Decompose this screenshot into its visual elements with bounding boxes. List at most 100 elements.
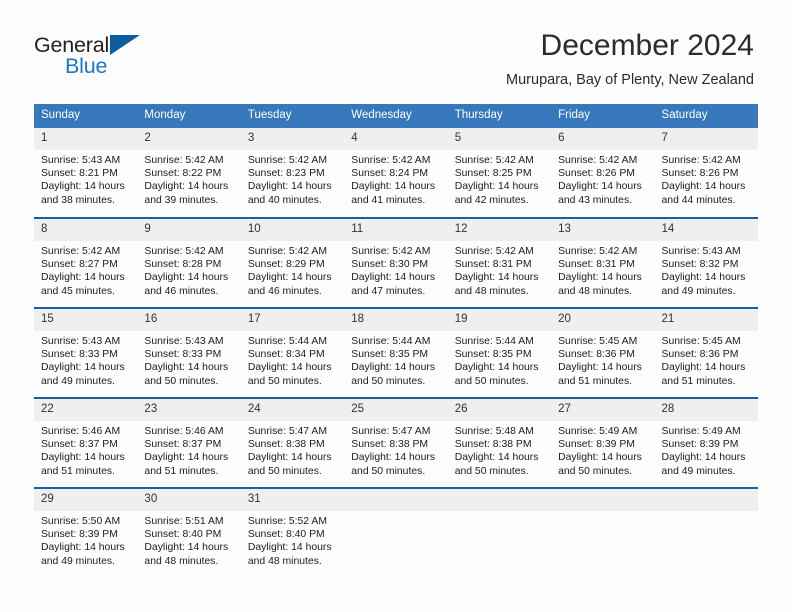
calendar-day-cell[interactable]: 7 Sunrise: 5:42 AM Sunset: 8:26 PM Dayli…	[654, 128, 758, 218]
calendar-week-row: 8 Sunrise: 5:42 AM Sunset: 8:27 PM Dayli…	[34, 217, 758, 308]
day-number: 27	[551, 399, 655, 421]
calendar-day-cell[interactable]: 21 Sunrise: 5:45 AM Sunset: 8:36 PM Dayl…	[654, 307, 758, 398]
daylight-text-line1: Daylight: 14 hours	[41, 272, 125, 284]
day-number: 21	[654, 309, 758, 331]
day-number: 19	[447, 309, 552, 331]
sunrise-text: Sunrise: 5:42 AM	[558, 246, 638, 257]
calendar-day-cell[interactable]: 18 Sunrise: 5:44 AM Sunset: 8:35 PM Dayl…	[344, 307, 448, 398]
daylight-text-line2: and 46 minutes.	[144, 285, 219, 297]
page-title: December 2024	[540, 29, 754, 62]
calendar-week-row: 15 Sunrise: 5:43 AM Sunset: 8:33 PM Dayl…	[34, 307, 758, 398]
sunset-text: Sunset: 8:40 PM	[144, 529, 222, 541]
day-details: Sunrise: 5:42 AM Sunset: 8:26 PM Dayligh…	[551, 150, 654, 207]
daylight-text-line2: and 50 minutes.	[454, 465, 529, 477]
daylight-text-line2: and 43 minutes.	[558, 194, 633, 206]
day-number: 5	[447, 128, 552, 150]
sunrise-text: Sunrise: 5:44 AM	[454, 336, 534, 347]
calendar-day-cell[interactable]: 10 Sunrise: 5:42 AM Sunset: 8:29 PM Dayl…	[240, 217, 345, 308]
day-details: Sunrise: 5:42 AM Sunset: 8:23 PM Dayligh…	[241, 150, 344, 207]
calendar-day-cell-empty	[654, 487, 758, 578]
weekday-header-friday: Friday	[551, 104, 655, 128]
calendar-day-cell[interactable]: 12 Sunrise: 5:42 AM Sunset: 8:31 PM Dayl…	[447, 217, 552, 308]
calendar-day-cell[interactable]: 30 Sunrise: 5:51 AM Sunset: 8:40 PM Dayl…	[137, 487, 241, 578]
calendar-day-cell[interactable]: 4 Sunrise: 5:42 AM Sunset: 8:24 PM Dayli…	[344, 128, 448, 218]
sunset-text: Sunset: 8:21 PM	[41, 168, 118, 180]
day-number	[654, 489, 758, 511]
sunset-text: Sunset: 8:33 PM	[41, 349, 118, 361]
daylight-text-line1: Daylight: 14 hours	[351, 452, 436, 464]
calendar-day-cell[interactable]: 14 Sunrise: 5:43 AM Sunset: 8:32 PM Dayl…	[654, 217, 758, 308]
calendar-body: 1 Sunrise: 5:43 AM Sunset: 8:21 PM Dayli…	[34, 128, 758, 578]
sunset-text: Sunset: 8:38 PM	[351, 439, 429, 451]
daylight-text-line2: and 51 minutes.	[41, 465, 115, 477]
sunset-text: Sunset: 8:35 PM	[351, 349, 429, 361]
daylight-text-line1: Daylight: 14 hours	[558, 452, 642, 464]
day-details: Sunrise: 5:45 AM Sunset: 8:36 PM Dayligh…	[655, 331, 758, 388]
sunrise-text: Sunrise: 5:42 AM	[454, 246, 534, 257]
sunrise-text: Sunrise: 5:44 AM	[247, 336, 327, 347]
sunset-text: Sunset: 8:37 PM	[41, 439, 118, 451]
daylight-text-line2: and 49 minutes.	[41, 555, 115, 567]
day-details: Sunrise: 5:42 AM Sunset: 8:25 PM Dayligh…	[448, 150, 551, 207]
calendar-day-cell[interactable]: 20 Sunrise: 5:45 AM Sunset: 8:36 PM Dayl…	[551, 307, 655, 398]
sunrise-text: Sunrise: 5:49 AM	[661, 426, 741, 437]
calendar-week-row: 1 Sunrise: 5:43 AM Sunset: 8:21 PM Dayli…	[34, 128, 758, 218]
calendar-day-cell[interactable]: 23 Sunrise: 5:46 AM Sunset: 8:37 PM Dayl…	[137, 397, 241, 488]
calendar-day-cell[interactable]: 16 Sunrise: 5:43 AM Sunset: 8:33 PM Dayl…	[137, 307, 241, 398]
daylight-text-line2: and 41 minutes.	[351, 194, 426, 206]
sunrise-text: Sunrise: 5:42 AM	[558, 155, 638, 166]
calendar-day-cell[interactable]: 11 Sunrise: 5:42 AM Sunset: 8:30 PM Dayl…	[344, 217, 448, 308]
calendar-day-cell[interactable]: 6 Sunrise: 5:42 AM Sunset: 8:26 PM Dayli…	[551, 128, 655, 218]
daylight-text-line1: Daylight: 14 hours	[351, 362, 436, 374]
daylight-text-line1: Daylight: 14 hours	[41, 542, 125, 554]
calendar-day-cell[interactable]: 8 Sunrise: 5:42 AM Sunset: 8:27 PM Dayli…	[34, 217, 138, 308]
day-details: Sunrise: 5:48 AM Sunset: 8:38 PM Dayligh…	[448, 421, 551, 478]
day-details: Sunrise: 5:50 AM Sunset: 8:39 PM Dayligh…	[34, 511, 137, 568]
day-number: 22	[34, 399, 138, 421]
day-details: Sunrise: 5:42 AM Sunset: 8:29 PM Dayligh…	[241, 241, 344, 298]
sunrise-text: Sunrise: 5:48 AM	[454, 426, 534, 437]
calendar-day-cell[interactable]: 26 Sunrise: 5:48 AM Sunset: 8:38 PM Dayl…	[447, 397, 552, 488]
calendar-day-cell[interactable]: 17 Sunrise: 5:44 AM Sunset: 8:34 PM Dayl…	[240, 307, 345, 398]
calendar-day-cell[interactable]: 1 Sunrise: 5:43 AM Sunset: 8:21 PM Dayli…	[34, 128, 138, 218]
day-number: 23	[137, 399, 241, 421]
calendar-day-cell[interactable]: 25 Sunrise: 5:47 AM Sunset: 8:38 PM Dayl…	[344, 397, 448, 488]
daylight-text-line1: Daylight: 14 hours	[247, 362, 332, 374]
sunset-text: Sunset: 8:22 PM	[144, 168, 222, 180]
weekday-header-thursday: Thursday	[447, 104, 552, 128]
calendar-day-cell[interactable]: 27 Sunrise: 5:49 AM Sunset: 8:39 PM Dayl…	[551, 397, 655, 488]
daylight-text-line2: and 49 minutes.	[41, 375, 115, 387]
sunset-text: Sunset: 8:28 PM	[144, 259, 222, 271]
daylight-text-line2: and 51 minutes.	[661, 375, 736, 387]
calendar-day-cell[interactable]: 24 Sunrise: 5:47 AM Sunset: 8:38 PM Dayl…	[240, 397, 345, 488]
calendar-day-cell[interactable]: 9 Sunrise: 5:42 AM Sunset: 8:28 PM Dayli…	[137, 217, 241, 308]
daylight-text-line1: Daylight: 14 hours	[247, 452, 332, 464]
sunset-text: Sunset: 8:36 PM	[661, 349, 739, 361]
sunrise-text: Sunrise: 5:50 AM	[41, 516, 121, 527]
daylight-text-line2: and 44 minutes.	[661, 194, 736, 206]
calendar-day-cell[interactable]: 31 Sunrise: 5:52 AM Sunset: 8:40 PM Dayl…	[240, 487, 345, 578]
calendar-day-cell[interactable]: 15 Sunrise: 5:43 AM Sunset: 8:33 PM Dayl…	[34, 307, 138, 398]
calendar-day-cell[interactable]: 3 Sunrise: 5:42 AM Sunset: 8:23 PM Dayli…	[240, 128, 345, 218]
daylight-text-line2: and 50 minutes.	[454, 375, 529, 387]
general-blue-logo[interactable]: General Blue	[34, 33, 164, 81]
day-details: Sunrise: 5:43 AM Sunset: 8:32 PM Dayligh…	[655, 241, 758, 298]
calendar-day-cell[interactable]: 22 Sunrise: 5:46 AM Sunset: 8:37 PM Dayl…	[34, 397, 138, 488]
calendar-day-cell[interactable]: 5 Sunrise: 5:42 AM Sunset: 8:25 PM Dayli…	[447, 128, 552, 218]
calendar-day-cell[interactable]: 19 Sunrise: 5:44 AM Sunset: 8:35 PM Dayl…	[447, 307, 552, 398]
calendar-day-cell-empty	[447, 487, 552, 578]
sunrise-text: Sunrise: 5:42 AM	[351, 246, 431, 257]
day-details: Sunrise: 5:42 AM Sunset: 8:22 PM Dayligh…	[137, 150, 240, 207]
sunset-text: Sunset: 8:23 PM	[247, 168, 325, 180]
day-number: 18	[344, 309, 448, 331]
brand-name-blue: Blue	[65, 54, 108, 78]
calendar-day-cell[interactable]: 28 Sunrise: 5:49 AM Sunset: 8:39 PM Dayl…	[654, 397, 758, 488]
calendar-table: Sunday Monday Tuesday Wednesday Thursday…	[34, 104, 758, 578]
title-block: December 2024 Murupara, Bay of Plenty, N…	[506, 28, 754, 90]
day-details: Sunrise: 5:46 AM Sunset: 8:37 PM Dayligh…	[34, 421, 137, 478]
calendar-day-cell[interactable]: 13 Sunrise: 5:42 AM Sunset: 8:31 PM Dayl…	[551, 217, 655, 308]
calendar-day-cell[interactable]: 2 Sunrise: 5:42 AM Sunset: 8:22 PM Dayli…	[137, 128, 241, 218]
calendar-day-cell-empty	[344, 487, 448, 578]
calendar-day-cell[interactable]: 29 Sunrise: 5:50 AM Sunset: 8:39 PM Dayl…	[34, 487, 138, 578]
day-details: Sunrise: 5:42 AM Sunset: 8:26 PM Dayligh…	[655, 150, 758, 207]
